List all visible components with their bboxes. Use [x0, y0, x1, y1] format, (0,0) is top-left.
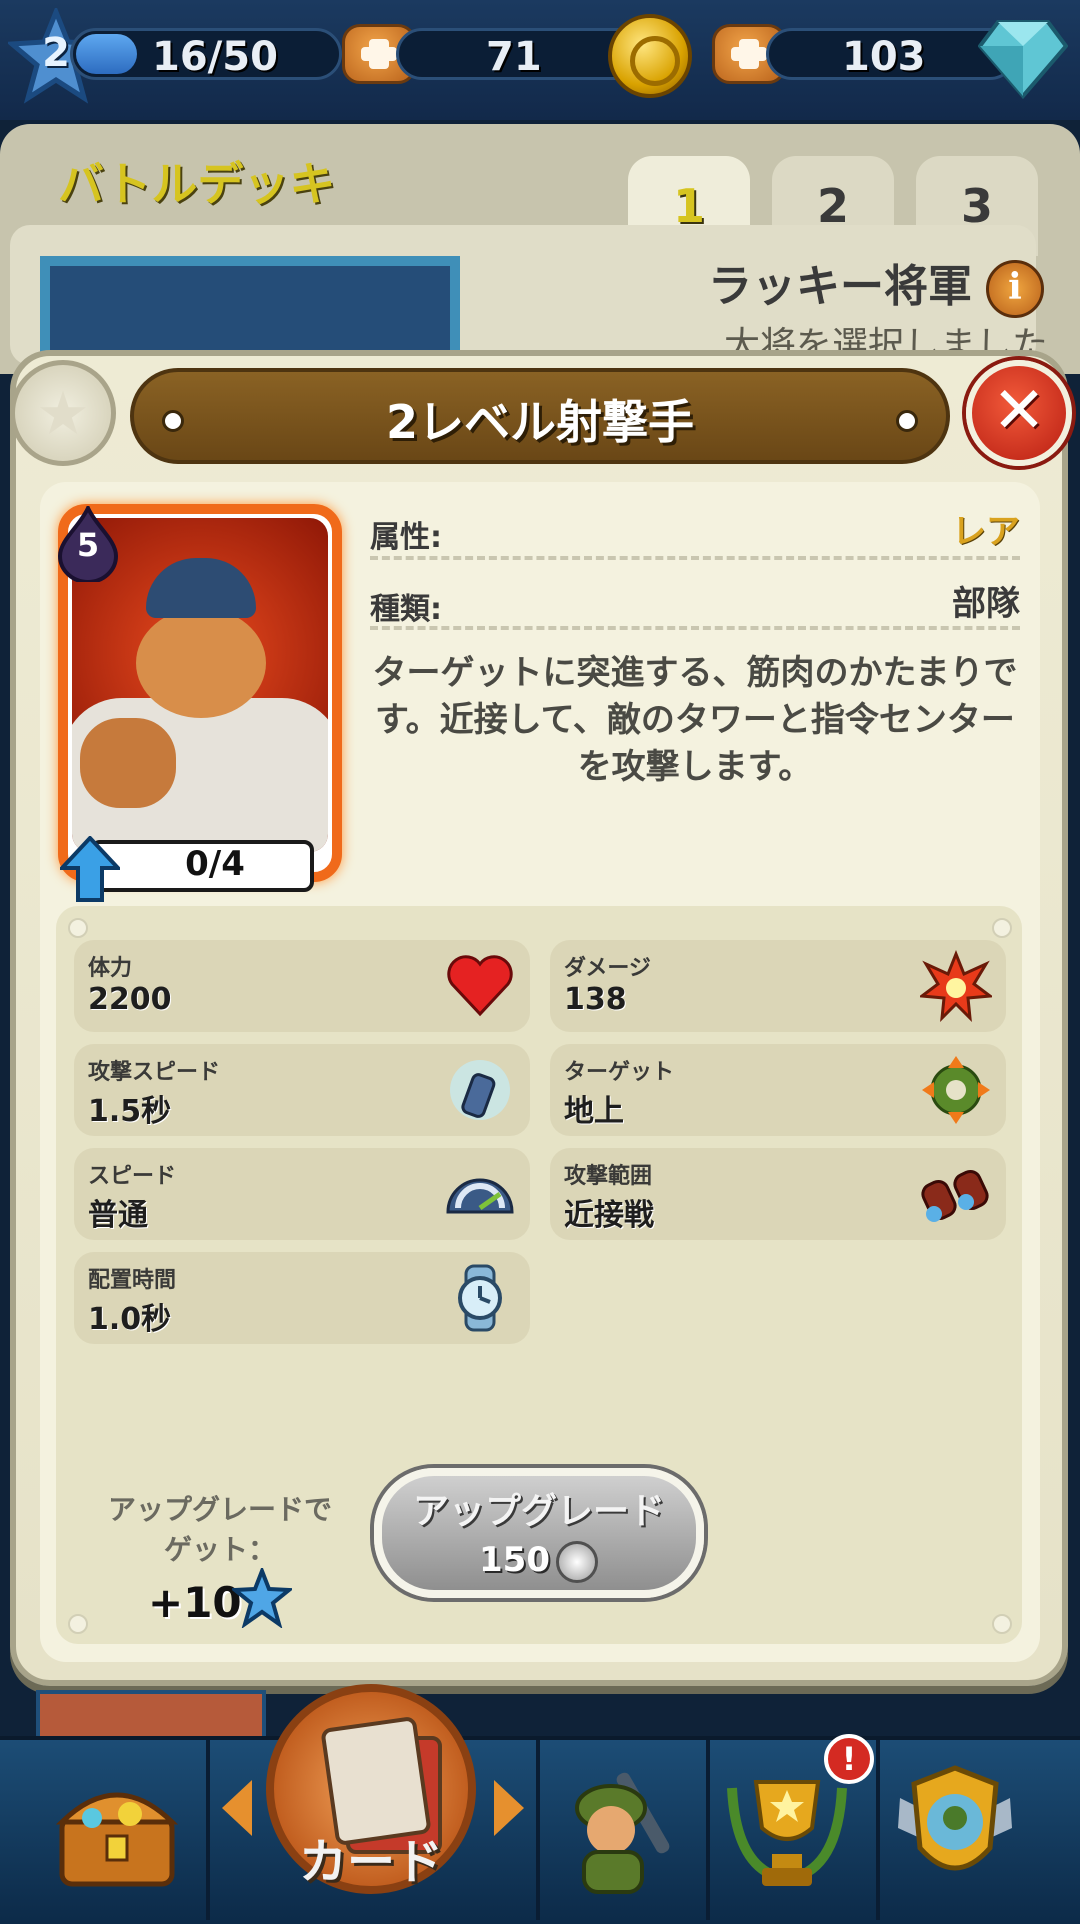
- favorite-star-button[interactable]: ★: [10, 360, 116, 466]
- nav-left-arrow-icon[interactable]: [222, 1780, 252, 1836]
- dialog-title: 2レベル射撃手: [385, 395, 694, 449]
- stat-target: ターゲット 地上: [550, 1044, 1006, 1136]
- chest-icon[interactable]: [52, 1758, 182, 1898]
- stat-label: ターゲット: [564, 1060, 675, 1085]
- nav-divider: [206, 1740, 210, 1920]
- general-name: ラッキー将軍: [708, 261, 972, 312]
- close-icon: ✕: [992, 374, 1046, 448]
- soldier-icon[interactable]: [556, 1758, 686, 1898]
- stat-label: 攻撃スピード: [88, 1060, 221, 1085]
- attribute-value-rarity: レア: [952, 512, 1020, 552]
- unit-description: ターゲットに突進する、筋肉のかたまりです。近接して、敵のタワーと指令センターを攻…: [372, 653, 1018, 787]
- bullet-icon: [450, 1060, 510, 1120]
- gem-icon: [978, 20, 1068, 100]
- binoculars-icon: [921, 1169, 989, 1222]
- heart-icon: [447, 955, 513, 1017]
- upgrade-cost: 150: [479, 1540, 550, 1580]
- reward-label: アップグレードでゲット：: [107, 1493, 332, 1566]
- trophy-icon[interactable]: [722, 1758, 852, 1898]
- stat-label: スピード: [88, 1164, 177, 1189]
- stat-label: 攻撃範囲: [564, 1164, 653, 1189]
- stopwatch-icon: [458, 1264, 502, 1332]
- deck-title: バトルデッキ: [58, 157, 336, 211]
- stat-damage: ダメージ 138: [550, 940, 1006, 1032]
- stat-value: 138: [564, 982, 627, 1017]
- clan-shield-icon[interactable]: [890, 1758, 1020, 1898]
- reward-value: +10: [148, 1578, 242, 1627]
- gem-value: 103: [842, 34, 926, 80]
- rivet: [992, 918, 1012, 938]
- attribute-value-type: 部隊: [952, 584, 1020, 624]
- stat-hp: 体力 2200: [74, 940, 530, 1032]
- rivet: [992, 1614, 1012, 1634]
- nav-divider: [876, 1740, 880, 1920]
- stat-label: ダメージ: [564, 956, 651, 981]
- stat-value: 1.0秒: [88, 1302, 172, 1337]
- stat-value: 近接戦: [564, 1198, 654, 1233]
- rivet: [68, 918, 88, 938]
- stat-value: 地上: [564, 1094, 624, 1129]
- gold-coin-icon: [608, 14, 692, 98]
- gold-value: 71: [486, 34, 542, 80]
- stat-value: 2200: [88, 982, 172, 1017]
- close-button[interactable]: ✕: [966, 360, 1072, 466]
- stat-value: 普通: [88, 1198, 148, 1233]
- explosion-icon: [920, 950, 992, 1022]
- stat-label: 体力: [88, 956, 133, 981]
- attribute-label-type: 種類:: [370, 592, 442, 627]
- divider: [370, 556, 1020, 560]
- xp-value: 16/50: [152, 34, 278, 80]
- coin-icon: [556, 1541, 598, 1583]
- info-icon[interactable]: i: [986, 260, 1044, 318]
- nav-right-arrow-icon[interactable]: [494, 1780, 524, 1836]
- attribute-label-rarity: 属性:: [370, 520, 442, 555]
- upgrade-arrow-icon: [60, 836, 120, 902]
- target-icon: [922, 1056, 990, 1124]
- speedometer-icon: [446, 1178, 514, 1214]
- card-progress: 0/4: [185, 844, 245, 884]
- stat-attack-speed: 攻撃スピード 1.5秒: [74, 1044, 530, 1136]
- nav-divider: [706, 1740, 710, 1920]
- nav-divider: [536, 1740, 540, 1920]
- stat-deploy-time: 配置時間 1.0秒: [74, 1252, 530, 1344]
- divider: [370, 626, 1020, 630]
- xp-star-icon: [232, 1568, 292, 1628]
- cards-tab-label: カード: [298, 1834, 443, 1890]
- rivet: [68, 1614, 88, 1634]
- stat-range: 攻撃範囲 近接戦: [550, 1148, 1006, 1240]
- stat-value: 1.5秒: [88, 1094, 172, 1129]
- upgrade-label: アップグレード: [412, 1491, 665, 1532]
- stat-speed: スピード 普通: [74, 1148, 530, 1240]
- stat-label: 配置時間: [88, 1268, 177, 1293]
- alert-badge: !: [824, 1734, 874, 1784]
- xp-fill: [76, 34, 137, 74]
- elixir-cost: 5: [76, 526, 100, 564]
- star-icon: ★: [36, 379, 90, 449]
- elixir-cost-badge: 5: [56, 503, 120, 584]
